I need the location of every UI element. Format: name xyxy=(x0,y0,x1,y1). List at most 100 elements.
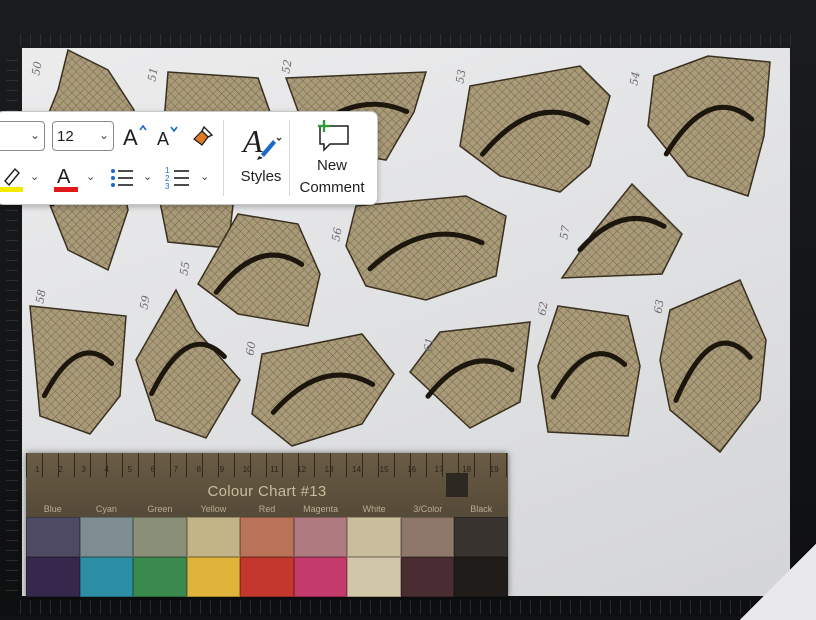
ruler-number: 9 xyxy=(219,465,225,474)
colour-swatch xyxy=(347,557,401,597)
shrink-font-icon: A xyxy=(157,126,178,149)
fragment-number-57: 57 xyxy=(557,224,573,241)
fragment-number-62: 62 xyxy=(535,300,551,317)
bottom-ruler xyxy=(20,600,800,614)
colour-swatch xyxy=(26,557,80,597)
toolbar-separator xyxy=(223,120,224,196)
fragment-number-55: 55 xyxy=(177,260,193,277)
format-painter-button[interactable] xyxy=(189,120,217,152)
numbering-dropdown-chevron-icon[interactable]: ⌄ xyxy=(200,170,209,183)
svg-text:A: A xyxy=(123,125,138,150)
glass-fragment xyxy=(135,288,241,439)
glass-fragment xyxy=(345,195,507,301)
colour-swatch xyxy=(240,517,294,557)
ruler-number: 2 xyxy=(58,465,63,474)
ruler-number: 16 xyxy=(407,465,417,474)
grow-font-icon: A xyxy=(123,124,147,150)
colour-chart-labels: Blue Cyan Green Yellow Red Magenta White 3/Colo… xyxy=(26,504,508,516)
glass-fragment xyxy=(251,333,395,447)
ruler-number: 17 xyxy=(434,465,444,474)
ruler-number: 11 xyxy=(270,465,279,474)
font-size-combo[interactable]: 12 ⌄ xyxy=(52,121,114,151)
ruler-number: 14 xyxy=(352,465,362,474)
ruler-number: 15 xyxy=(379,465,389,474)
new-comment-icon xyxy=(318,120,349,152)
colour-swatch xyxy=(186,557,241,597)
new-comment-label-line2: Comment xyxy=(299,179,365,196)
ruler-number: 7 xyxy=(173,465,179,474)
glass-fragment xyxy=(647,55,771,197)
highlight-dropdown-chevron-icon[interactable]: ⌄ xyxy=(30,170,39,183)
colour-swatch xyxy=(454,517,508,557)
sheet-corner xyxy=(740,540,816,620)
fragment-number-60: 60 xyxy=(243,340,259,357)
colour-swatch xyxy=(240,557,294,597)
svg-text:A: A xyxy=(157,129,169,149)
top-ruler xyxy=(20,34,800,46)
glass-fragment xyxy=(459,65,611,193)
svg-text:A: A xyxy=(241,123,263,159)
highlight-color-button[interactable] xyxy=(0,162,29,194)
fragment-number-53: 53 xyxy=(453,68,469,85)
swatch-label: Yellow xyxy=(200,504,227,514)
fragment-number-59: 59 xyxy=(137,294,153,311)
colour-chart-title: Colour Chart #13 xyxy=(207,483,327,500)
grow-font-button[interactable]: A xyxy=(121,120,149,152)
ruler-number: 1 xyxy=(35,465,40,474)
swatch-label: Magenta xyxy=(303,504,339,514)
floating-format-toolbar: ⌄ 12 ⌄ A A ⌄ A ⌄ ⌄ 1 2 3 ⌄ A Styles New … xyxy=(0,111,378,205)
ruler-number: 19 xyxy=(489,465,499,474)
fragment-number-58: 58 xyxy=(33,288,49,305)
font-color-icon: A xyxy=(54,166,78,192)
styles-icon: A xyxy=(241,123,282,160)
font-size-value: 12 xyxy=(57,128,74,145)
swatch-label: Black xyxy=(470,504,493,514)
ruler-number: 4 xyxy=(104,465,109,474)
font-color-dropdown-chevron-icon[interactable]: ⌄ xyxy=(86,170,95,183)
ruler-number: 3 xyxy=(81,465,86,474)
colour-swatch xyxy=(133,517,187,557)
colour-swatch xyxy=(133,557,187,597)
colour-swatch xyxy=(400,557,455,597)
toolbar-separator xyxy=(289,120,290,196)
fragment-number-63: 63 xyxy=(651,298,667,315)
bullets-dropdown-chevron-icon[interactable]: ⌄ xyxy=(143,170,152,183)
ruler-number: 5 xyxy=(127,465,132,474)
colour-swatch xyxy=(347,517,401,557)
fragment-number-51: 51 xyxy=(145,66,161,83)
numbered-list-icon: 1 2 3 xyxy=(165,166,189,191)
font-color-button[interactable]: A xyxy=(49,162,83,194)
glass-fragment xyxy=(560,182,683,279)
colour-chart: 1 2 3 4 5 6 7 8 9 10 11 12 13 14 15 16 17 18 19 Colour Cha… xyxy=(26,453,508,597)
swatch-label: Green xyxy=(147,504,173,514)
new-comment-label-line1: New xyxy=(316,157,347,174)
bullet-list-icon xyxy=(111,169,133,187)
glass-fragment xyxy=(659,279,767,454)
fragment-number-52: 52 xyxy=(279,58,295,75)
colour-swatch xyxy=(293,557,348,597)
bullets-button[interactable] xyxy=(105,162,139,194)
colour-swatch xyxy=(293,517,348,557)
colour-swatch xyxy=(400,517,455,557)
swatch-label: Red xyxy=(258,504,276,514)
colour-chart-swatches xyxy=(26,517,508,597)
colour-swatch xyxy=(26,517,80,557)
svg-text:A: A xyxy=(57,166,71,188)
brush-icon xyxy=(193,125,214,146)
ruler-number: 8 xyxy=(196,465,202,474)
shrink-font-button[interactable]: A xyxy=(154,120,182,152)
ruler-number: 10 xyxy=(242,465,252,474)
highlighter-icon xyxy=(0,167,23,192)
fragment-number-61: 61 xyxy=(421,336,437,353)
fragment-number-54: 54 xyxy=(627,70,643,87)
colour-swatch xyxy=(79,517,134,557)
colour-swatch xyxy=(186,517,241,557)
numbering-button[interactable]: 1 2 3 xyxy=(161,162,195,194)
swatch-label: Cyan xyxy=(95,504,117,514)
font-name-combo[interactable]: ⌄ xyxy=(0,121,45,151)
swatch-label: Blue xyxy=(43,504,62,514)
glass-fragment xyxy=(29,305,127,435)
colour-chart-ruler-numbers: 1 2 3 4 5 6 7 8 9 10 11 12 13 14 15 16 17 18 19 xyxy=(26,465,508,477)
chevron-down-icon: ⌄ xyxy=(98,128,109,142)
glass-fragment xyxy=(537,305,641,437)
